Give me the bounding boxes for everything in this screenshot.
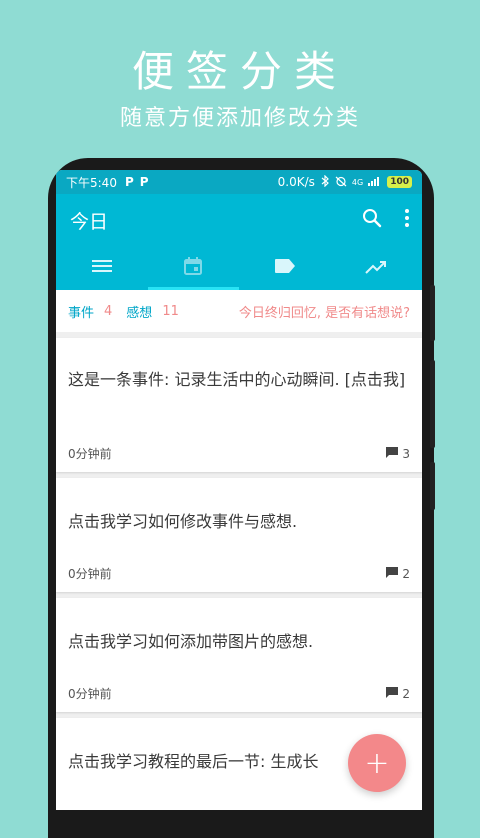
event-time: 0分钟前: [68, 567, 112, 581]
list-item[interactable]: 这是一条事件: 记录生活中的心动瞬间. [点击我] 0分钟前 3: [56, 338, 422, 472]
comment-count: 3: [402, 446, 410, 461]
events-label: 事件: [68, 305, 95, 321]
add-button[interactable]: +: [348, 734, 406, 792]
comment-icon: [386, 686, 399, 701]
comment-icon: [386, 446, 399, 461]
battery-indicator: 100: [387, 176, 412, 188]
thoughts-label: 感想: [126, 305, 153, 321]
tag-icon: [274, 258, 296, 278]
signal-icon: [368, 175, 382, 189]
phone-side-button: [430, 285, 435, 341]
phone-side-button: [430, 462, 435, 510]
comment-count: 2: [402, 686, 410, 701]
thoughts-count: 11: [162, 303, 179, 319]
alarm-icon: [335, 175, 347, 190]
calendar-icon: [183, 256, 203, 280]
daily-summary: 事件 4 感想 11 今日终归回忆, 是否有话想说?: [56, 290, 422, 332]
app-bar: 今日: [56, 194, 422, 246]
list-icon: [91, 258, 112, 278]
status-bar: 下午5:40 P P 0.0K/s 4G 100: [56, 170, 422, 194]
promo-subtitle: 随意方便添加修改分类: [119, 106, 360, 131]
network-type: 4G: [351, 177, 364, 187]
event-time: 0分钟前: [68, 447, 112, 461]
more-vert-icon[interactable]: [404, 208, 410, 232]
events-count: 4: [104, 303, 113, 319]
network-speed: 0.0K/s: [277, 175, 315, 189]
notification-p-icon: P: [139, 175, 149, 189]
tab-bar: [56, 246, 422, 290]
comment-count: 2: [402, 566, 410, 581]
app-screen: 下午5:40 P P 0.0K/s 4G 100 今日 事件 4 感想 11 今…: [56, 170, 422, 810]
tab-tags[interactable]: [239, 246, 331, 290]
page-title: 今日: [70, 210, 109, 233]
search-icon[interactable]: [362, 208, 382, 232]
comment-icon: [386, 566, 399, 581]
event-text: 点击我学习如何添加带图片的感想.: [68, 632, 314, 651]
tab-trends[interactable]: [331, 246, 423, 290]
reflection-prompt[interactable]: 今日终归回忆, 是否有话想说?: [239, 302, 410, 321]
event-time: 0分钟前: [68, 687, 112, 701]
trending-icon: [365, 259, 387, 278]
notification-p-icon: P: [124, 175, 134, 189]
list-item[interactable]: 点击我学习如何添加带图片的感想. 0分钟前 2: [56, 598, 422, 712]
phone-side-button: [430, 360, 435, 448]
tab-list[interactable]: [56, 246, 148, 290]
bluetooth-icon: [320, 174, 330, 190]
status-time: 下午5:40: [66, 175, 117, 190]
event-text: 点击我学习如何修改事件与感想.: [68, 512, 298, 531]
event-text: 这是一条事件: 记录生活中的心动瞬间. [点击我]: [68, 370, 406, 389]
list-item[interactable]: 点击我学习如何修改事件与感想. 0分钟前 2: [56, 478, 422, 592]
promo-title: 便签分类: [131, 47, 348, 96]
tab-calendar[interactable]: [147, 246, 240, 290]
